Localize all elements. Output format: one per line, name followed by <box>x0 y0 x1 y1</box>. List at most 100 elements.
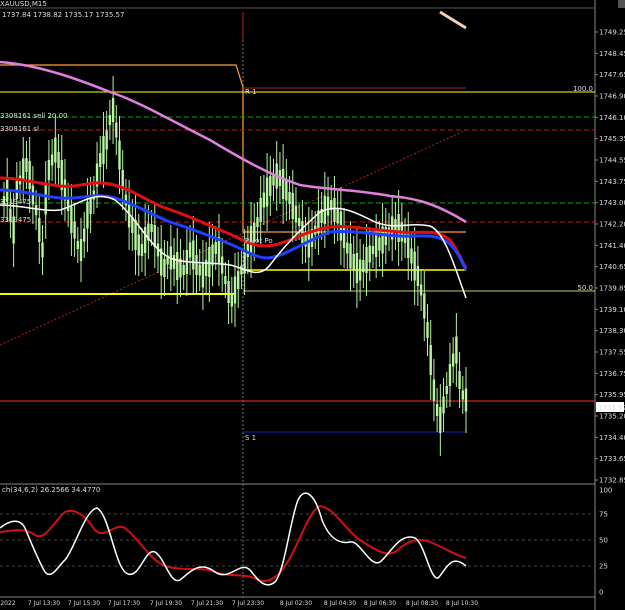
candle-body <box>413 251 416 281</box>
candle-body <box>192 240 195 270</box>
candle-body <box>163 259 166 277</box>
time-axis-label: 2022 <box>0 600 15 607</box>
trendline[interactable] <box>0 129 467 346</box>
price-tick-label: 1741.40 <box>599 242 625 250</box>
candle-body <box>285 179 288 201</box>
candle-body <box>455 336 458 364</box>
candle-body <box>336 208 339 224</box>
candle-body <box>83 228 86 242</box>
candle-body <box>281 169 285 199</box>
candle-body <box>230 293 233 307</box>
candle-body <box>355 253 359 283</box>
price-scale[interactable]: 1749.25 1748.45 1747.65 1746.90 1746.10 1745.… <box>595 29 625 485</box>
candle-body <box>371 246 375 254</box>
candle-body <box>73 221 76 239</box>
price-chart-window[interactable]: XAUUSD,M15 1737.84 1738.82 1735.17 1735.… <box>0 0 625 610</box>
candle-body <box>426 322 429 338</box>
price-tick-label: 1739.85 <box>599 285 625 293</box>
candle-body <box>198 264 201 276</box>
candle-body <box>442 396 445 414</box>
candle-body <box>150 224 153 232</box>
chart-symbol-label: XAUUSD,M15 <box>0 0 47 8</box>
candle-body <box>99 153 102 167</box>
candle-body <box>38 218 41 242</box>
time-axis-label: 7 Jul 21:30 <box>191 600 223 607</box>
price-tick-label: 1749.25 <box>599 29 625 37</box>
candle-body <box>34 205 38 215</box>
candle-body <box>220 256 224 274</box>
candle-body <box>47 160 51 180</box>
current-price-tag: 1735.57 <box>596 402 625 412</box>
candle-body <box>458 371 461 389</box>
indicator-tick-label: 0 <box>599 589 603 597</box>
price-tick-label: 1745.35 <box>599 135 625 143</box>
candle-body <box>419 284 423 296</box>
candle-body <box>143 227 147 253</box>
candle-body <box>403 233 407 243</box>
current-price-label: 1735.57 <box>598 404 625 412</box>
price-tick-label: 1747.65 <box>599 71 625 79</box>
time-axis-label: 8 Jul 08:30 <box>406 600 438 607</box>
candle-body <box>378 237 381 251</box>
candle-body <box>214 242 217 254</box>
candle-body <box>134 220 137 250</box>
time-scale[interactable]: 2022 7 Jul 13:30 7 Jul 15:30 7 Jul 17:30 7 J… <box>0 600 478 607</box>
candle-body <box>269 176 272 196</box>
candle-body <box>118 140 121 170</box>
candle-body <box>326 196 330 216</box>
candle-body <box>246 243 250 257</box>
candle-body <box>416 266 420 286</box>
price-tick-label: 1736.75 <box>599 370 625 378</box>
candle-body <box>464 388 468 412</box>
candle-body <box>57 152 60 168</box>
candle-body <box>25 158 28 172</box>
candle-body <box>108 115 112 125</box>
time-axis-label: 8 Jul 10:30 <box>446 600 478 607</box>
order-sl-label: 3308161 sl <box>0 125 39 133</box>
candle-body <box>176 252 179 280</box>
candle-body <box>439 407 442 433</box>
chart-ohlc-label: 1737.84 1738.82 1735.17 1735.57 <box>2 11 124 19</box>
oscillator-panel[interactable]: ch(34,6,2) 26.2566 34.4770 <box>0 486 595 586</box>
candle-body <box>368 245 371 263</box>
price-tick-label: 1748.45 <box>599 50 625 58</box>
indicator-tick-label: 50 <box>599 537 608 545</box>
candle-body <box>291 193 294 219</box>
candle-body <box>352 254 355 270</box>
candle-body <box>201 262 205 288</box>
candle-body <box>349 243 352 269</box>
candle-body <box>111 98 115 122</box>
price-tick-label: 1737.55 <box>599 349 625 357</box>
time-axis-label: 7 Jul 23:30 <box>232 600 264 607</box>
candle-body <box>188 242 192 258</box>
candle-body <box>429 345 432 375</box>
candle-body <box>374 235 378 257</box>
candle-body <box>224 276 227 284</box>
ma-top-segment <box>439 10 467 30</box>
candle-body <box>140 244 144 256</box>
price-tick-label: 1739.10 <box>599 306 625 314</box>
indicator-tick-label: 75 <box>599 511 608 519</box>
candle-body <box>195 255 198 275</box>
main-price-panel[interactable]: XAUUSD,M15 1737.84 1738.82 1735.17 1735.… <box>0 0 596 610</box>
price-tick-label: 1743.00 <box>599 199 625 207</box>
indicator-tick-label: 100 <box>599 487 612 495</box>
price-tick-label: 1735.20 <box>599 413 625 421</box>
candle-body <box>451 353 455 367</box>
price-tick-label: 1746.90 <box>599 93 625 101</box>
r1-label: R 1 <box>245 88 257 96</box>
candle-body <box>54 137 57 163</box>
time-axis-label: 8 Jul 02:30 <box>280 600 312 607</box>
candle-body <box>153 225 156 247</box>
candle-body <box>227 281 230 303</box>
candle-body <box>182 265 185 275</box>
candle-body <box>307 230 310 258</box>
candle-body <box>362 260 365 272</box>
candle-body <box>423 293 426 319</box>
candle-body <box>137 234 140 256</box>
candle-body <box>237 271 240 289</box>
candle-body <box>233 276 237 304</box>
candle-body <box>265 177 269 207</box>
candle-body <box>208 247 211 277</box>
candle-body <box>435 404 439 416</box>
